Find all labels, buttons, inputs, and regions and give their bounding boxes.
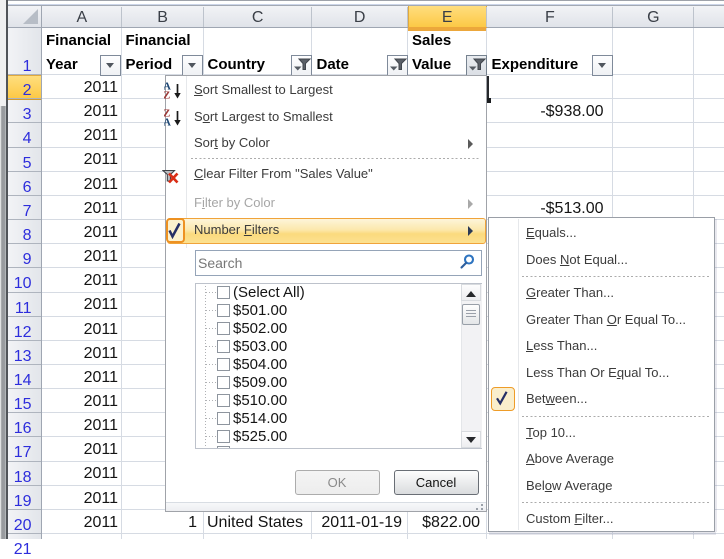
svg-text:Z: Z xyxy=(164,90,170,100)
svg-text:A: A xyxy=(164,117,171,127)
